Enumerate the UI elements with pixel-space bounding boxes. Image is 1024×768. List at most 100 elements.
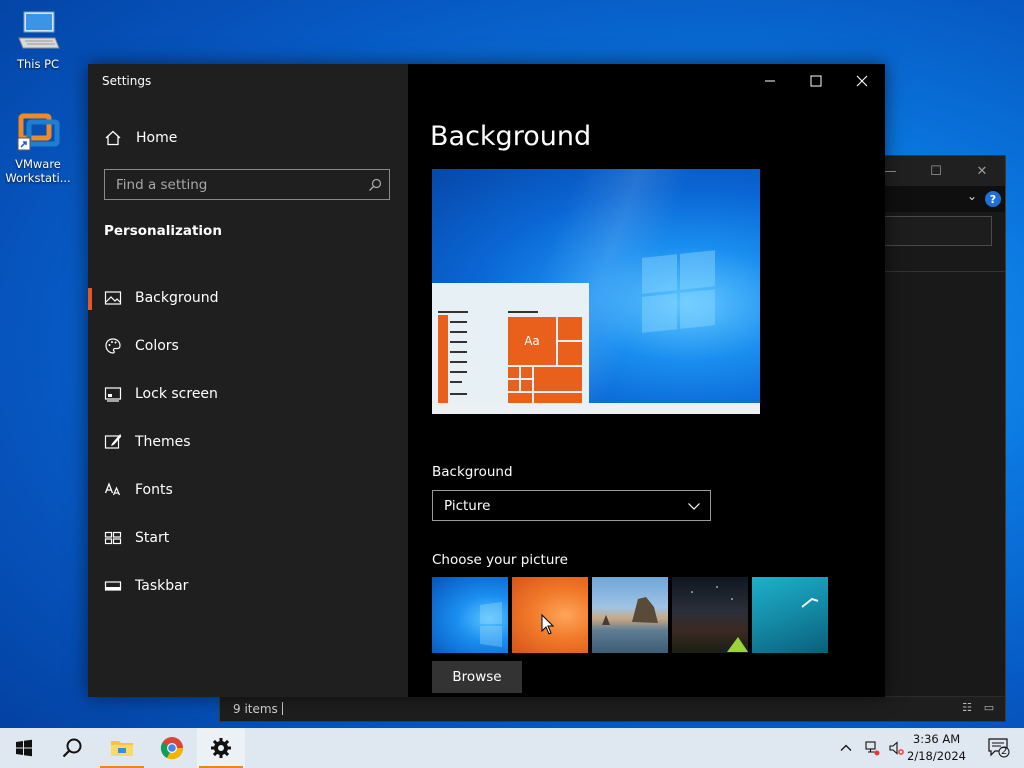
taskbar-settings[interactable]	[197, 728, 245, 768]
nav-item-label: Themes	[135, 434, 191, 450]
nav-item-label: Start	[135, 530, 170, 546]
details-view-icon[interactable]: ☷	[959, 701, 975, 715]
preview-tile	[508, 393, 532, 403]
this-pc-icon	[15, 8, 61, 54]
action-center-button[interactable]: 2	[988, 738, 1010, 758]
themes-brush-icon	[104, 434, 122, 449]
search-icon	[62, 738, 82, 758]
chevron-down-icon	[688, 503, 700, 510]
personalization-nav: Background Colors Lock screen Themes Fon…	[88, 274, 408, 610]
desktop-icon-label: VMware Workstati...	[5, 157, 71, 185]
status-separator	[282, 702, 283, 715]
search-placeholder: Find a setting	[116, 177, 208, 193]
preview-line	[450, 331, 467, 333]
preview-tile	[558, 317, 582, 340]
settings-content: Background Aa Background Picture Choose …	[408, 64, 885, 697]
preview-start-menu: Aa	[432, 283, 589, 405]
preview-tile	[558, 342, 582, 365]
show-hidden-icons-chevron-icon[interactable]	[838, 740, 854, 756]
file-explorer-icon	[111, 741, 133, 756]
volume-muted-icon[interactable]	[888, 740, 904, 756]
taskbar-chrome[interactable]	[148, 728, 196, 768]
dropdown-value: Picture	[444, 498, 491, 514]
nav-item-label: Colors	[135, 338, 179, 354]
preview-line	[508, 311, 538, 313]
preview-line	[450, 341, 467, 343]
page-title: Background	[430, 121, 592, 152]
taskbar-file-explorer[interactable]	[98, 728, 146, 768]
preview-tile-large: Aa	[508, 317, 556, 365]
preview-line	[450, 361, 467, 363]
nav-item-background[interactable]: Background	[88, 274, 408, 322]
explorer-search-box[interactable]	[870, 216, 992, 246]
indicator	[88, 432, 92, 454]
windows-start-icon	[16, 739, 32, 757]
divider	[880, 271, 1005, 272]
home-label: Home	[136, 130, 178, 146]
nav-item-start[interactable]: Start	[88, 514, 408, 562]
explorer-maximize-button[interactable]: ☐	[913, 156, 959, 186]
desktop-icon-label: This PC	[16, 57, 60, 71]
background-type-dropdown[interactable]: Picture	[432, 490, 711, 521]
network-icon[interactable]	[864, 740, 880, 756]
preview-tile	[521, 380, 532, 391]
taskbar-search-button[interactable]	[48, 728, 96, 768]
desktop-icon-this-pc[interactable]: This PC	[2, 8, 74, 71]
settings-search-box[interactable]: Find a setting	[104, 169, 390, 200]
preview-line	[438, 311, 468, 313]
preview-line	[450, 381, 462, 383]
desktop-icon-vmware[interactable]: VMware Workstati...	[2, 108, 74, 185]
section-title: Personalization	[104, 223, 222, 239]
indicator	[88, 480, 92, 502]
browse-button[interactable]: Browse	[432, 661, 522, 693]
fonts-icon	[104, 482, 121, 496]
preview-tile	[508, 380, 519, 391]
picture-thumbnail-night-sky[interactable]	[672, 577, 748, 653]
picture-thumbnail-underwater[interactable]	[752, 577, 828, 653]
nav-item-fonts[interactable]: Fonts	[88, 466, 408, 514]
preview-line	[450, 393, 467, 395]
night-tent-image	[691, 586, 748, 652]
rock-formation-image	[602, 597, 658, 625]
nav-item-label: Background	[135, 290, 219, 306]
search-icon[interactable]	[368, 178, 382, 192]
nav-item-label: Lock screen	[135, 386, 218, 402]
background-preview: Aa	[432, 169, 760, 414]
settings-sidebar: Settings Home Find a setting Personaliza…	[88, 64, 408, 697]
start-icon	[104, 531, 122, 545]
picture-thumbnail-beach-rocks[interactable]	[592, 577, 668, 653]
picture-thumbnail-windows-blue[interactable]	[432, 577, 508, 653]
home-nav-item[interactable]: Home	[104, 128, 177, 148]
lock-screen-icon	[104, 387, 122, 402]
settings-window: Settings Home Find a setting Personaliza…	[88, 64, 885, 697]
active-indicator	[88, 288, 92, 310]
picture-thumbnail-windows-orange[interactable]	[512, 577, 588, 653]
chrome-icon	[160, 737, 184, 760]
palette-icon	[105, 338, 121, 354]
nav-item-lock-screen[interactable]: Lock screen	[88, 370, 408, 418]
preview-tile	[508, 367, 519, 378]
taskbar: 3:36 AM 2/18/2024 2	[0, 728, 1024, 768]
large-icons-view-icon[interactable]: ▭	[981, 701, 997, 715]
window-title: Settings	[102, 74, 152, 88]
settings-gear-icon	[211, 738, 231, 758]
system-clock[interactable]: 3:36 AM 2/18/2024	[907, 731, 966, 765]
start-button[interactable]	[0, 728, 48, 768]
picture-icon	[104, 291, 122, 305]
chevron-down-icon[interactable]: ⌄	[967, 189, 977, 203]
swimmer-image	[801, 597, 819, 608]
preview-taskbar	[432, 403, 760, 414]
preview-line	[450, 321, 467, 323]
explorer-close-button[interactable]: ✕	[959, 156, 1005, 186]
preview-app-list	[438, 315, 448, 405]
mouse-cursor-icon	[541, 613, 555, 635]
indicator	[88, 336, 92, 358]
nav-item-taskbar[interactable]: Taskbar	[88, 562, 408, 610]
background-type-label: Background	[432, 464, 513, 480]
preview-tile	[521, 367, 532, 378]
preview-line	[450, 371, 467, 373]
help-icon[interactable]: ?	[985, 191, 1001, 207]
nav-item-colors[interactable]: Colors	[88, 322, 408, 370]
nav-item-themes[interactable]: Themes	[88, 418, 408, 466]
clock-time: 3:36 AM	[912, 732, 961, 746]
